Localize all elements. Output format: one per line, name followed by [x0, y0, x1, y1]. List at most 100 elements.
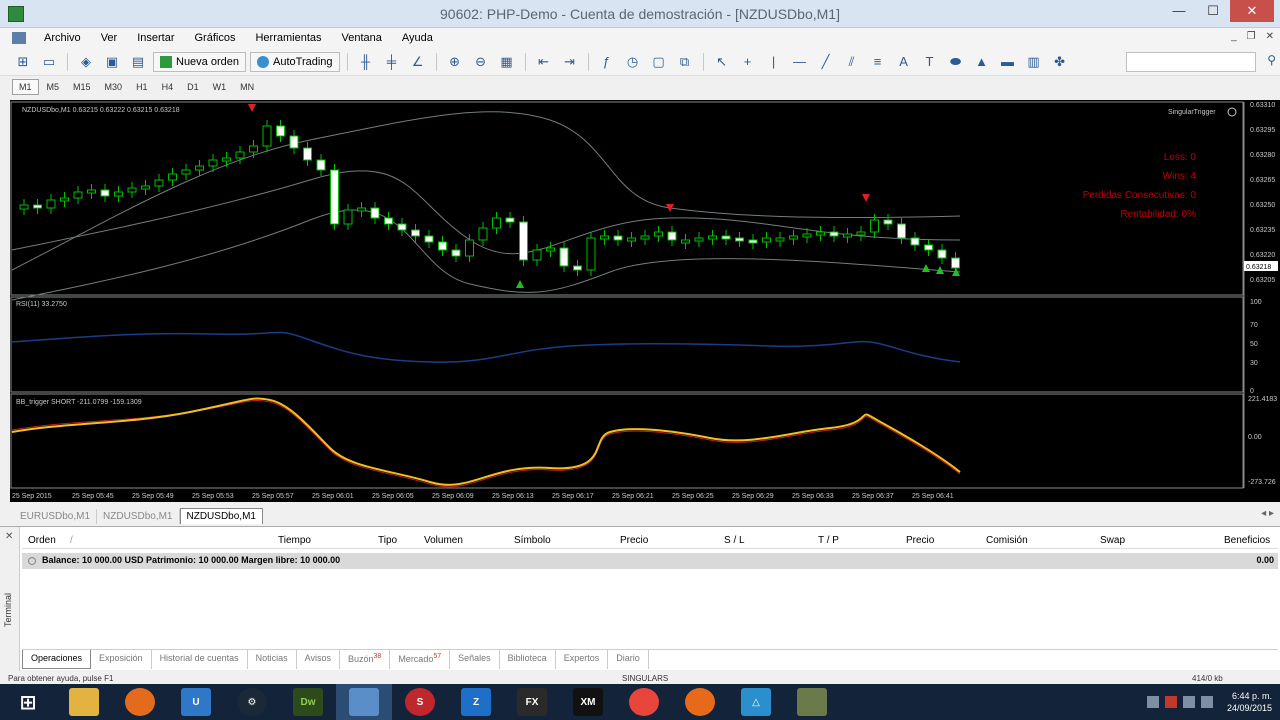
- col-simbolo[interactable]: Símbolo: [514, 535, 551, 546]
- mdi-minimize-icon[interactable]: _: [1231, 31, 1237, 42]
- periods-icon[interactable]: ◷: [622, 52, 644, 72]
- tab-operaciones[interactable]: Operaciones: [22, 650, 92, 669]
- tray-alert-icon[interactable]: [1164, 696, 1177, 708]
- col-volumen[interactable]: Volumen: [424, 535, 463, 546]
- menu-herramientas[interactable]: Herramientas: [245, 32, 331, 44]
- timeframe-w1[interactable]: W1: [207, 80, 233, 94]
- tab-expertos[interactable]: Expertos: [556, 650, 609, 669]
- tab-biblioteca[interactable]: Biblioteca: [500, 650, 556, 669]
- taskbar-firefox[interactable]: [672, 684, 728, 720]
- tray-clock[interactable]: 6:44 p. m. 24/09/2015: [1227, 690, 1272, 714]
- zoom-in-icon[interactable]: ⊕: [444, 52, 466, 72]
- menu-ventana[interactable]: Ventana: [332, 32, 392, 44]
- tab-historial[interactable]: Historial de cuentas: [152, 650, 248, 669]
- menu-insertar[interactable]: Insertar: [127, 32, 184, 44]
- start-button[interactable]: ⊞: [0, 684, 56, 720]
- tab-mercado[interactable]: Mercado57: [390, 650, 451, 669]
- col-precio-actual[interactable]: Precio: [906, 535, 934, 546]
- col-tipo[interactable]: Tipo: [378, 535, 397, 546]
- tab-exposicion[interactable]: Exposición: [91, 650, 152, 669]
- close-button[interactable]: ✕: [1230, 0, 1274, 22]
- taskbar-chrome[interactable]: [616, 684, 672, 720]
- menu-archivo[interactable]: Archivo: [34, 32, 91, 44]
- chart-shift-icon[interactable]: ⇥: [559, 52, 581, 72]
- text-icon[interactable]: A: [893, 52, 915, 72]
- grid-icon[interactable]: ▥: [1023, 52, 1045, 72]
- tab-scroll-arrows-icon[interactable]: ◂ ▸: [1261, 508, 1274, 519]
- taskbar-fx[interactable]: FX: [504, 684, 560, 720]
- taskbar-terminal[interactable]: [784, 684, 840, 720]
- channel-icon[interactable]: ⫽: [841, 52, 863, 72]
- templates-icon[interactable]: ▢: [648, 52, 670, 72]
- fibonacci-icon[interactable]: ≡: [867, 52, 889, 72]
- tab-diario[interactable]: Diario: [608, 650, 649, 669]
- timeframe-mn[interactable]: MN: [234, 80, 260, 94]
- new-order-button[interactable]: Nueva orden: [153, 51, 246, 72]
- candlestick-icon[interactable]: ╪: [381, 52, 403, 72]
- price-chart[interactable]: NZDUSDbo,M1 0.63215 0.63222 0.63215 0.63…: [10, 100, 1280, 502]
- market-watch-icon[interactable]: ◈: [75, 52, 97, 72]
- new-chart-icon[interactable]: ⊞: [12, 52, 34, 72]
- tab-buzon[interactable]: Buzón38: [340, 650, 391, 669]
- volume-icon[interactable]: [1200, 696, 1213, 708]
- bar-chart-icon[interactable]: ╫: [355, 52, 377, 72]
- taskbar-steam[interactable]: ⚙: [224, 684, 280, 720]
- cursor-icon[interactable]: ↖: [711, 52, 733, 72]
- col-precio[interactable]: Precio: [620, 535, 648, 546]
- tile-windows-icon[interactable]: ▦: [496, 52, 518, 72]
- timeframe-m15[interactable]: M15: [67, 80, 97, 94]
- timeframe-h1[interactable]: H1: [130, 80, 154, 94]
- terminal-close-icon[interactable]: ✕: [5, 531, 13, 542]
- zoom-out-icon[interactable]: ⊖: [470, 52, 492, 72]
- mdi-close-icon[interactable]: ✕: [1266, 31, 1274, 42]
- taskbar-outlook[interactable]: U: [168, 684, 224, 720]
- trendline-icon[interactable]: ╱: [815, 52, 837, 72]
- taskbar-scissors[interactable]: S: [392, 684, 448, 720]
- triangle-icon[interactable]: ▲: [971, 52, 993, 72]
- timeframe-m5[interactable]: M5: [41, 80, 66, 94]
- network-icon[interactable]: [1182, 696, 1195, 708]
- taskbar-xm[interactable]: XM: [560, 684, 616, 720]
- indicators-icon[interactable]: ƒ: [596, 52, 618, 72]
- col-swap[interactable]: Swap: [1100, 535, 1125, 546]
- taskbar-dreamweaver[interactable]: Dw: [280, 684, 336, 720]
- timeframe-d1[interactable]: D1: [181, 80, 205, 94]
- tab-senales[interactable]: Señales: [450, 650, 500, 669]
- menu-ayuda[interactable]: Ayuda: [392, 32, 443, 44]
- profiles-icon[interactable]: ▭: [38, 52, 60, 72]
- mdi-restore-icon[interactable]: ❐: [1247, 31, 1256, 42]
- rectangle-icon[interactable]: ▬: [997, 52, 1019, 72]
- search-input[interactable]: [1126, 52, 1256, 72]
- col-comision[interactable]: Comisión: [986, 535, 1028, 546]
- autotrading-button[interactable]: AutoTrading: [250, 51, 340, 72]
- taskbar-z-app[interactable]: Z: [448, 684, 504, 720]
- col-sl[interactable]: S / L: [724, 535, 745, 546]
- col-tiempo[interactable]: Tiempo: [278, 535, 311, 546]
- chart-tab-nzdusd-1[interactable]: NZDUSDbo,M1: [97, 509, 180, 524]
- chart-window[interactable]: NZDUSDbo,M1 0.63215 0.63222 0.63215 0.63…: [10, 100, 1280, 502]
- navigator-icon[interactable]: ▤: [127, 52, 149, 72]
- col-tp[interactable]: T / P: [818, 535, 839, 546]
- ellipse-icon[interactable]: ⬬: [945, 52, 967, 72]
- search-icon[interactable]: ⚲: [1267, 53, 1276, 67]
- tray-icon[interactable]: [1146, 696, 1159, 708]
- timeframe-h4[interactable]: H4: [156, 80, 180, 94]
- maximize-button[interactable]: ☐: [1196, 0, 1230, 22]
- autoscroll-icon[interactable]: ⇤: [533, 52, 555, 72]
- col-beneficios[interactable]: Beneficios: [1224, 535, 1270, 546]
- chart-properties-icon[interactable]: ⧉: [674, 52, 696, 72]
- col-orden[interactable]: Orden: [28, 535, 56, 546]
- tab-noticias[interactable]: Noticias: [248, 650, 297, 669]
- taskbar-explorer[interactable]: [56, 684, 112, 720]
- taskbar-app[interactable]: △: [728, 684, 784, 720]
- horizontal-line-icon[interactable]: —: [789, 52, 811, 72]
- data-window-icon[interactable]: ▣: [101, 52, 123, 72]
- balance-row[interactable]: Balance: 10 000.00 USD Patrimonio: 10 00…: [22, 553, 1278, 569]
- taskbar-maps[interactable]: [112, 684, 168, 720]
- line-chart-icon[interactable]: ∠: [407, 52, 429, 72]
- label-icon[interactable]: T: [919, 52, 941, 72]
- arrows-icon[interactable]: ✤: [1049, 52, 1071, 72]
- taskbar-files[interactable]: [336, 684, 392, 720]
- vertical-line-icon[interactable]: |: [763, 52, 785, 72]
- menu-ver[interactable]: Ver: [91, 32, 128, 44]
